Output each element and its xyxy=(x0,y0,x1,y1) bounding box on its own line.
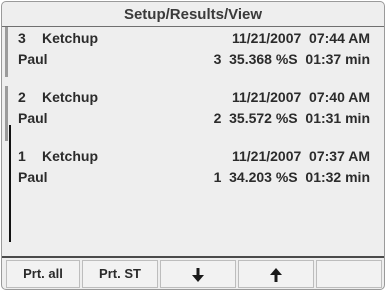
record-marker xyxy=(5,27,8,77)
record-datetime: 11/21/2007 07:37 AM xyxy=(231,148,370,164)
arrow-down-icon xyxy=(192,267,204,282)
record-header-line: 3 Ketchup 11/21/2007 07:44 AM xyxy=(18,28,370,48)
result-record[interactable]: 2 Ketchup 11/21/2007 07:40 AM Paul 2 35.… xyxy=(2,86,384,141)
record-marker xyxy=(5,86,8,141)
record-datetime: 11/21/2007 07:44 AM xyxy=(231,30,370,46)
record-result: 1 34.203 %S 01:32 min xyxy=(213,169,370,185)
print-all-button[interactable]: Prt. all xyxy=(6,260,80,288)
selection-cursor xyxy=(9,125,11,242)
record-detail-line: Paul 2 35.572 %S 01:31 min xyxy=(18,108,370,128)
record-number: 1 xyxy=(18,148,26,164)
record-result: 3 35.368 %S 01:37 min xyxy=(213,51,370,67)
record-user: Paul xyxy=(18,169,48,185)
scroll-down-button[interactable] xyxy=(160,260,236,288)
screen-title: Setup/Results/View xyxy=(123,6,263,23)
record-product: Ketchup xyxy=(42,30,98,46)
results-view-screen: Setup/Results/View 3 Ketchup 11/21/2007 … xyxy=(1,1,385,290)
results-list[interactable]: 3 Ketchup 11/21/2007 07:44 AM Paul 3 35.… xyxy=(2,27,384,257)
record-user: Paul xyxy=(18,110,48,126)
record-header-line: 2 Ketchup 11/21/2007 07:40 AM xyxy=(18,87,370,107)
record-product: Ketchup xyxy=(42,89,98,105)
print-st-button[interactable]: Prt. ST xyxy=(82,260,158,288)
record-detail-line: Paul 3 35.368 %S 01:37 min xyxy=(18,49,370,69)
record-number: 2 xyxy=(18,89,26,105)
softkey-bar: Prt. all Prt. ST xyxy=(2,258,384,289)
empty-softkey[interactable] xyxy=(316,260,382,288)
arrow-up-icon xyxy=(270,267,282,282)
result-record-selected[interactable]: 1 Ketchup 11/21/2007 07:37 AM Paul 1 34.… xyxy=(2,145,384,200)
record-number: 3 xyxy=(18,30,26,46)
record-result: 2 35.572 %S 01:31 min xyxy=(213,110,370,126)
record-header-line: 1 Ketchup 11/21/2007 07:37 AM xyxy=(18,146,370,166)
scroll-up-button[interactable] xyxy=(238,260,314,288)
result-record[interactable]: 3 Ketchup 11/21/2007 07:44 AM Paul 3 35.… xyxy=(2,27,384,82)
record-product: Ketchup xyxy=(42,148,98,164)
record-detail-line: Paul 1 34.203 %S 01:32 min xyxy=(18,167,370,187)
record-datetime: 11/21/2007 07:40 AM xyxy=(231,89,370,105)
record-user: Paul xyxy=(18,51,48,67)
